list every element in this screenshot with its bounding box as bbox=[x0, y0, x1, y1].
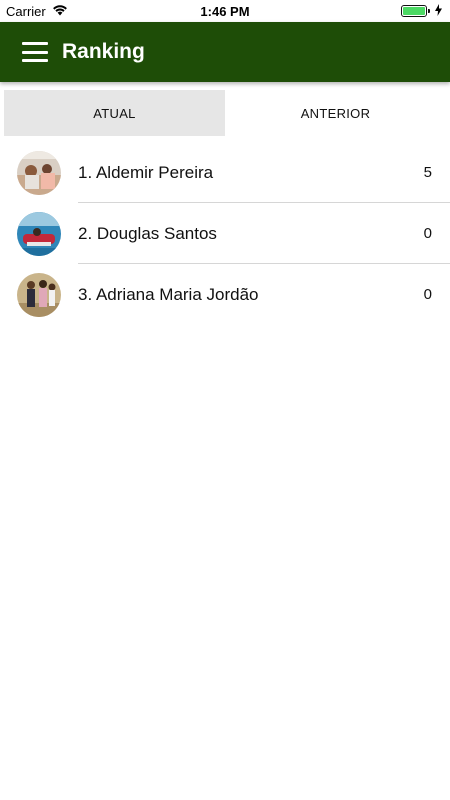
ranking-score: 0 bbox=[423, 225, 432, 242]
ranking-name: 3. Adriana Maria Jordão bbox=[78, 285, 259, 304]
tab-bar: ATUAL ANTERIOR bbox=[0, 90, 450, 136]
battery-icon bbox=[401, 5, 430, 17]
list-item[interactable]: 3. Adriana Maria Jordão 0 bbox=[0, 264, 450, 325]
page-title: Ranking bbox=[62, 40, 145, 63]
app-bar: Ranking bbox=[0, 22, 450, 82]
avatar bbox=[17, 273, 61, 317]
bolt-icon bbox=[435, 3, 442, 19]
status-left: Carrier bbox=[6, 4, 68, 19]
status-right bbox=[401, 3, 442, 19]
hamburger-menu-icon[interactable] bbox=[22, 42, 48, 62]
list-item[interactable]: 2. Douglas Santos 0 bbox=[0, 203, 450, 264]
list-item[interactable]: 1. Aldemir Pereira 5 bbox=[0, 142, 450, 203]
ranking-name: 2. Douglas Santos bbox=[78, 224, 217, 243]
wifi-icon bbox=[52, 4, 68, 19]
tab-anterior[interactable]: ANTERIOR bbox=[225, 90, 446, 136]
ranking-score: 0 bbox=[423, 286, 432, 303]
ranking-list: 1. Aldemir Pereira 5 2. Douglas Santos 0 bbox=[0, 142, 450, 325]
tab-atual[interactable]: ATUAL bbox=[4, 90, 225, 136]
carrier-label: Carrier bbox=[6, 3, 46, 19]
status-bar: Carrier 1:46 PM bbox=[0, 0, 450, 22]
avatar bbox=[17, 212, 61, 256]
ranking-name: 1. Aldemir Pereira bbox=[78, 163, 214, 182]
avatar bbox=[17, 151, 61, 195]
ranking-score: 5 bbox=[423, 164, 432, 181]
